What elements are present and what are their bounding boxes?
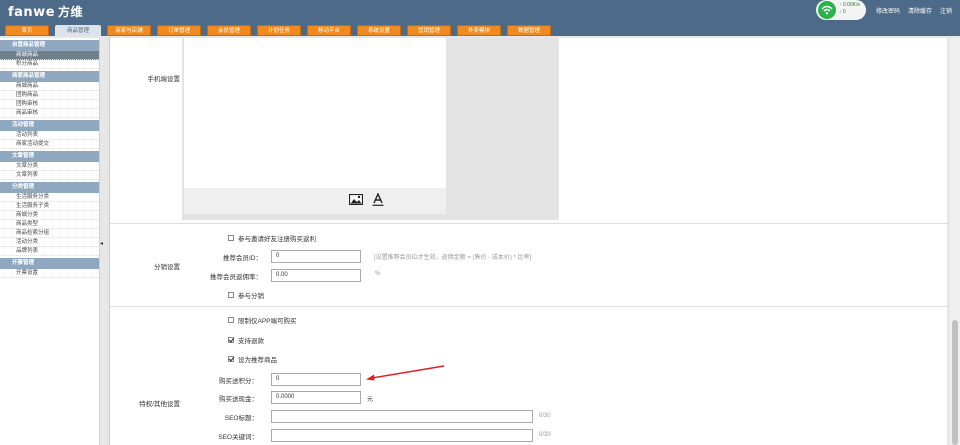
mobile-settings-label: 手机端设置 (147, 76, 181, 83)
invite-rebate-label: 参与邀请好友注册购买返利 (238, 236, 316, 243)
nav-tab[interactable]: 系统设置 (357, 25, 401, 36)
sidebar-group-header[interactable]: 商家商品管理 (0, 71, 99, 82)
sidebar-item[interactable]: 商家活动提交 (0, 140, 99, 149)
refund-checkbox-row: 支持退款 (228, 335, 264, 345)
sidebar-item[interactable]: 文章列表 (0, 171, 99, 180)
change-password-link[interactable]: 修改密码 (876, 6, 900, 15)
recommend-label: 设为推荐商品 (238, 357, 277, 364)
logout-link[interactable]: 注销 (940, 6, 952, 15)
main-content: 手机端设置 分销设置 参与邀请好友注册购买返利 推荐会员ID： 0 [设置推荐会… (109, 38, 948, 445)
sidebar-item[interactable]: 商城商品 (0, 82, 99, 91)
upload-rate: 0.00K/s (842, 2, 860, 8)
referrer-id-label: 推荐会员ID： (223, 255, 262, 262)
referrer-id-input[interactable]: 0 (271, 250, 361, 263)
download-rate: 0 (842, 9, 846, 15)
sidebar-item[interactable]: 活动列表 (0, 131, 99, 140)
invite-rebate-checkbox[interactable] (228, 235, 234, 241)
privileges-settings-label: 特权/其他设置 (139, 401, 180, 408)
seo-keywords-label: SEO关键词： (218, 434, 258, 441)
points-input[interactable]: 0 (271, 373, 361, 386)
seo-keywords-input[interactable] (271, 429, 533, 442)
nav-tab[interactable]: 营销管理 (407, 25, 451, 36)
annotation-arrow-icon (366, 365, 445, 381)
sidebar-item[interactable]: 商品审核 (0, 109, 99, 118)
refund-checkbox[interactable] (228, 337, 234, 343)
sidebar-item[interactable]: 品牌列表 (0, 247, 99, 256)
sidebar-item[interactable]: 文章分类 (0, 162, 99, 171)
join-distribution-checkbox-row: 参与分销 (228, 290, 264, 300)
clear-cache-link[interactable]: 清除缓存 (908, 6, 932, 15)
nav-tab[interactable]: 商家与店铺 (107, 25, 151, 36)
sidebar-item[interactable]: 开票设置 (0, 269, 99, 278)
brand-logo: fanwe 方维 (8, 3, 83, 20)
nav-tab[interactable]: 会员管理 (207, 25, 251, 36)
sidebar-item[interactable]: 生活服务分类 (0, 193, 99, 202)
distribution-settings-label: 分销设置 (154, 264, 180, 271)
nav-tab[interactable]: 计划任务 (257, 25, 301, 36)
sidebar-item[interactable]: 团购审核 (0, 100, 99, 109)
recommend-checkbox-row: 设为推荐商品 (228, 354, 277, 364)
seo-keywords-count: 0/30 (539, 432, 551, 438)
network-widget: ↑ 0.00K/s ↓ 0 (816, 0, 866, 20)
sidebar-group-header[interactable]: 活动管理 (0, 120, 99, 131)
sidebar-collapse-handle[interactable]: ◂ (100, 240, 105, 248)
sidebar-item[interactable]: 生活服务子类 (0, 202, 99, 211)
sidebar-group-header[interactable]: 自营商品管理 (0, 40, 99, 51)
cash-label: 购买送现金： (219, 396, 258, 403)
join-distribution-label: 参与分销 (238, 293, 264, 300)
phone-toolbar (184, 188, 446, 214)
commission-rate-input[interactable]: 0.00 (271, 269, 361, 282)
nav-tab[interactable]: 订单管理 (157, 25, 201, 36)
app-only-checkbox-row: 限制仅APP端可购买 (228, 315, 297, 325)
section-divider (110, 223, 948, 224)
sidebar-group-header[interactable]: 文章管理 (0, 151, 99, 162)
sidebar-group-header[interactable]: 开票管理 (0, 258, 99, 269)
wifi-icon (818, 1, 836, 19)
network-rate: ↑ 0.00K/s ↓ 0 (839, 2, 860, 15)
sidebar: 自营商品管理 商城商品 积分商品 商家商品管理 商城商品 团购商品 团购审核 商品审核 活动管理… (0, 38, 100, 445)
seo-title-input[interactable] (271, 410, 533, 423)
nav-tab[interactable]: 外卖模块 (457, 25, 501, 36)
seo-title-count: 0/30 (539, 413, 551, 419)
sidebar-item[interactable]: 商品类型 (0, 220, 99, 229)
image-icon[interactable] (349, 194, 363, 205)
sidebar-group-header[interactable]: 分类管理 (0, 182, 99, 193)
brand-name: fanwe (8, 5, 56, 20)
sidebar-item[interactable]: 商品检索分组 (0, 229, 99, 238)
sidebar-item[interactable]: 积分商品 (0, 60, 99, 69)
nav-tab[interactable]: 移动平台 (307, 25, 351, 36)
nav-tab[interactable]: 数据管理 (507, 25, 551, 36)
app-only-label: 限制仅APP端可购买 (238, 318, 297, 325)
nav-tab[interactable]: 商品管理 (55, 25, 101, 36)
join-distribution-checkbox[interactable] (228, 292, 234, 298)
section-divider (110, 306, 948, 307)
top-header: fanwe 方维 首页 商品管理 商家与店铺 订单管理 会员管理 计划任务 移动平台 系统设置营… (0, 0, 960, 36)
sidebar-item[interactable]: 团购商品 (0, 91, 99, 100)
referrer-hint: [设置推荐会员ID才生效，返佣金额 = (售价 - 成本价) * 比率] (374, 255, 532, 261)
app-only-checkbox[interactable] (228, 317, 234, 323)
cash-input[interactable]: 0.0000 (271, 391, 361, 404)
nav-tab[interactable]: 首页 (5, 25, 49, 36)
text-icon[interactable] (372, 193, 384, 206)
commission-rate-label: 推荐会员返佣率： (210, 274, 262, 281)
sidebar-item[interactable]: 商城分类 (0, 211, 99, 220)
invite-rebate-checkbox-row: 参与邀请好友注册购买返利 (228, 233, 316, 243)
sidebar-item[interactable]: 商城商品 (0, 51, 99, 60)
sidebar-item[interactable]: 活动分类 (0, 238, 99, 247)
main-scrollbar[interactable] (950, 38, 960, 445)
top-links: 修改密码 清除缓存 注销 (876, 6, 952, 15)
phone-preview-frame (182, 38, 559, 220)
cash-unit: 元 (367, 397, 374, 403)
recommend-checkbox[interactable] (228, 356, 234, 362)
main-nav: 首页 商品管理 商家与店铺 订单管理 会员管理 计划任务 移动平台 系统设置 营销管理 外卖模块数… (5, 25, 551, 36)
scrollbar-thumb[interactable] (952, 320, 958, 445)
refund-label: 支持退款 (238, 338, 264, 345)
commission-unit: % (375, 271, 381, 277)
brand-name-cn: 方维 (58, 5, 84, 19)
points-label: 购买送积分： (219, 378, 258, 385)
seo-title-label: SEO标题： (224, 415, 258, 422)
